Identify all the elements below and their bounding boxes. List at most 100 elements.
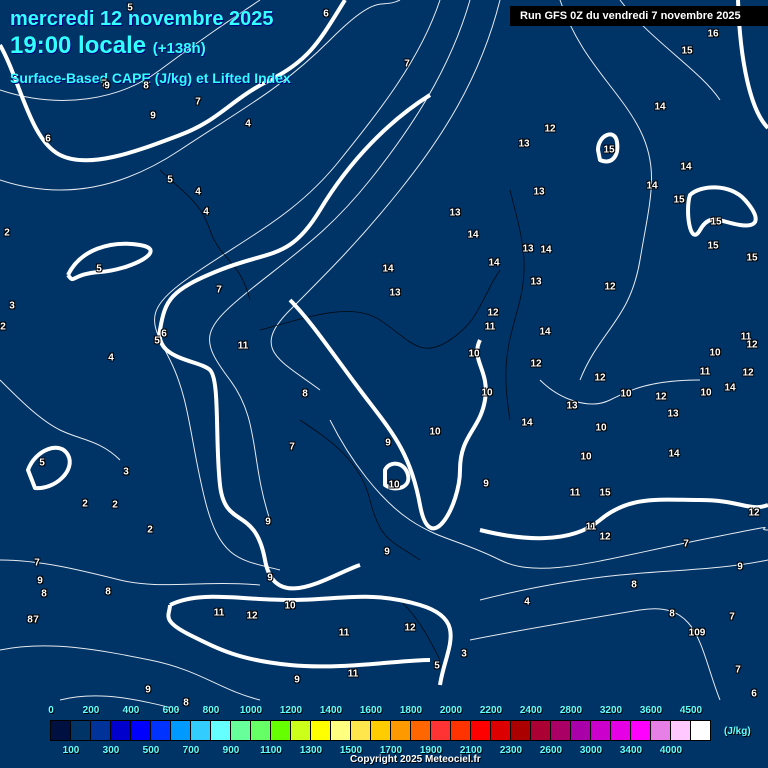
legend-swatch: [131, 721, 151, 740]
li-label: 7: [34, 557, 40, 569]
li-label: 9: [483, 478, 489, 490]
li-label: 12: [655, 391, 667, 403]
legend-label-top: 600: [162, 705, 180, 716]
legend-label-top: 1600: [359, 705, 383, 716]
legend-swatch: [611, 721, 631, 740]
li-label: 9: [737, 561, 743, 573]
run-info: Run GFS 0Z du vendredi 7 novembre 2025: [510, 6, 768, 26]
legend-swatch: [191, 721, 211, 740]
li-label: 11: [585, 521, 597, 533]
li-label: 109: [688, 627, 706, 639]
li-label: 10: [388, 479, 400, 491]
legend-swatch: [571, 721, 591, 740]
legend-swatch: [291, 721, 311, 740]
legend-label-top: 2800: [559, 705, 583, 716]
legend-swatch: [591, 721, 611, 740]
legend-swatch: [251, 721, 271, 740]
li-label: 6: [323, 8, 329, 20]
li-label: 14: [521, 417, 533, 429]
legend-swatch: [331, 721, 351, 740]
legend-swatch: [171, 721, 191, 740]
li-label: 11: [213, 607, 225, 619]
forecast-time-label: 19:00 locale: [10, 32, 147, 59]
li-label: 7: [195, 96, 201, 108]
li-label: 7: [729, 611, 735, 623]
legend-swatch: [231, 721, 251, 740]
li-label: 7: [216, 284, 222, 296]
li-label: 14: [467, 229, 479, 241]
li-label: 11: [699, 366, 711, 378]
legend-swatch: [111, 721, 131, 740]
legend-swatch: [91, 721, 111, 740]
li-label: 2: [82, 498, 88, 510]
forecast-time: 19:00 locale (+138h): [10, 32, 206, 60]
legend-label-bottom: 300: [102, 745, 120, 756]
li-label: 5: [154, 335, 160, 347]
li-label: 9: [145, 684, 151, 696]
legend-swatch: [211, 721, 231, 740]
li-label: 12: [594, 372, 606, 384]
legend-swatch: [51, 721, 71, 740]
contour-layer: [0, 0, 768, 711]
country-borders: [159, 169, 525, 661]
li-label: 15: [746, 252, 758, 264]
li-label: 12: [246, 610, 258, 622]
legend-label-top: 1200: [279, 705, 303, 716]
li-label: 11: [237, 340, 249, 352]
li-label: 12: [748, 507, 760, 519]
li-label: 10: [468, 348, 480, 360]
li-label: 8: [27, 614, 33, 626]
li-label: 10: [595, 422, 607, 434]
li-label: 12: [487, 307, 499, 319]
legend-label-bottom: 3400: [619, 745, 643, 756]
legend-label-bottom: 2600: [539, 745, 563, 756]
li-label: 10: [580, 451, 592, 463]
li-label: 6: [161, 328, 167, 340]
legend-label-bottom: 1100: [260, 745, 282, 756]
li-label: 5: [167, 174, 173, 186]
legend-swatch: [631, 721, 651, 740]
li-label: 7: [33, 614, 39, 626]
li-label: 10: [429, 426, 441, 438]
li-label: 14: [668, 448, 680, 460]
legend-swatch: [551, 721, 571, 740]
li-label: 9: [37, 575, 43, 587]
li-label: 9: [294, 674, 300, 686]
legend-label-top: 2200: [479, 705, 503, 716]
li-label: 11: [347, 668, 359, 680]
legend-label-top: 4500: [679, 705, 703, 716]
li-label: 12: [544, 123, 556, 135]
li-label: 9: [384, 546, 390, 558]
li-label: 13: [530, 276, 542, 288]
li-label: 9: [385, 437, 391, 449]
legend-label-bottom: 3000: [579, 745, 603, 756]
li-label: 8: [631, 579, 637, 591]
weather-map: mercredi 12 novembre 2025 19:00 locale (…: [0, 0, 768, 768]
legend-label-top: 200: [82, 705, 100, 716]
li-label: 14: [382, 263, 394, 275]
li-label: 4: [203, 206, 209, 218]
li-label: 12: [604, 281, 616, 293]
legend-label-top: 2000: [439, 705, 463, 716]
li-label: 2: [4, 227, 10, 239]
li-label: 14: [724, 382, 736, 394]
li-label: 13: [522, 243, 534, 255]
li-label: 9: [267, 572, 273, 584]
li-label: 14: [646, 180, 658, 192]
li-label: 8: [302, 388, 308, 400]
li-label: 4: [524, 596, 530, 608]
product-title: Surface-Based CAPE (J/kg) et Lifted Inde…: [10, 70, 291, 86]
li-label: 9: [265, 516, 271, 528]
li-label: 3: [461, 648, 467, 660]
legend-swatch: [71, 721, 91, 740]
li-label: 7: [404, 58, 410, 70]
legend-label-bottom: 2300: [499, 745, 523, 756]
li-label: 6: [751, 688, 757, 700]
legend-swatch: [671, 721, 691, 740]
li-label: 10: [284, 600, 296, 612]
li-label: 7: [683, 538, 689, 550]
li-label: 7: [735, 664, 741, 676]
legend-label-bottom: 700: [182, 745, 200, 756]
li-label: 15: [599, 487, 611, 499]
li-label: 12: [404, 622, 416, 634]
